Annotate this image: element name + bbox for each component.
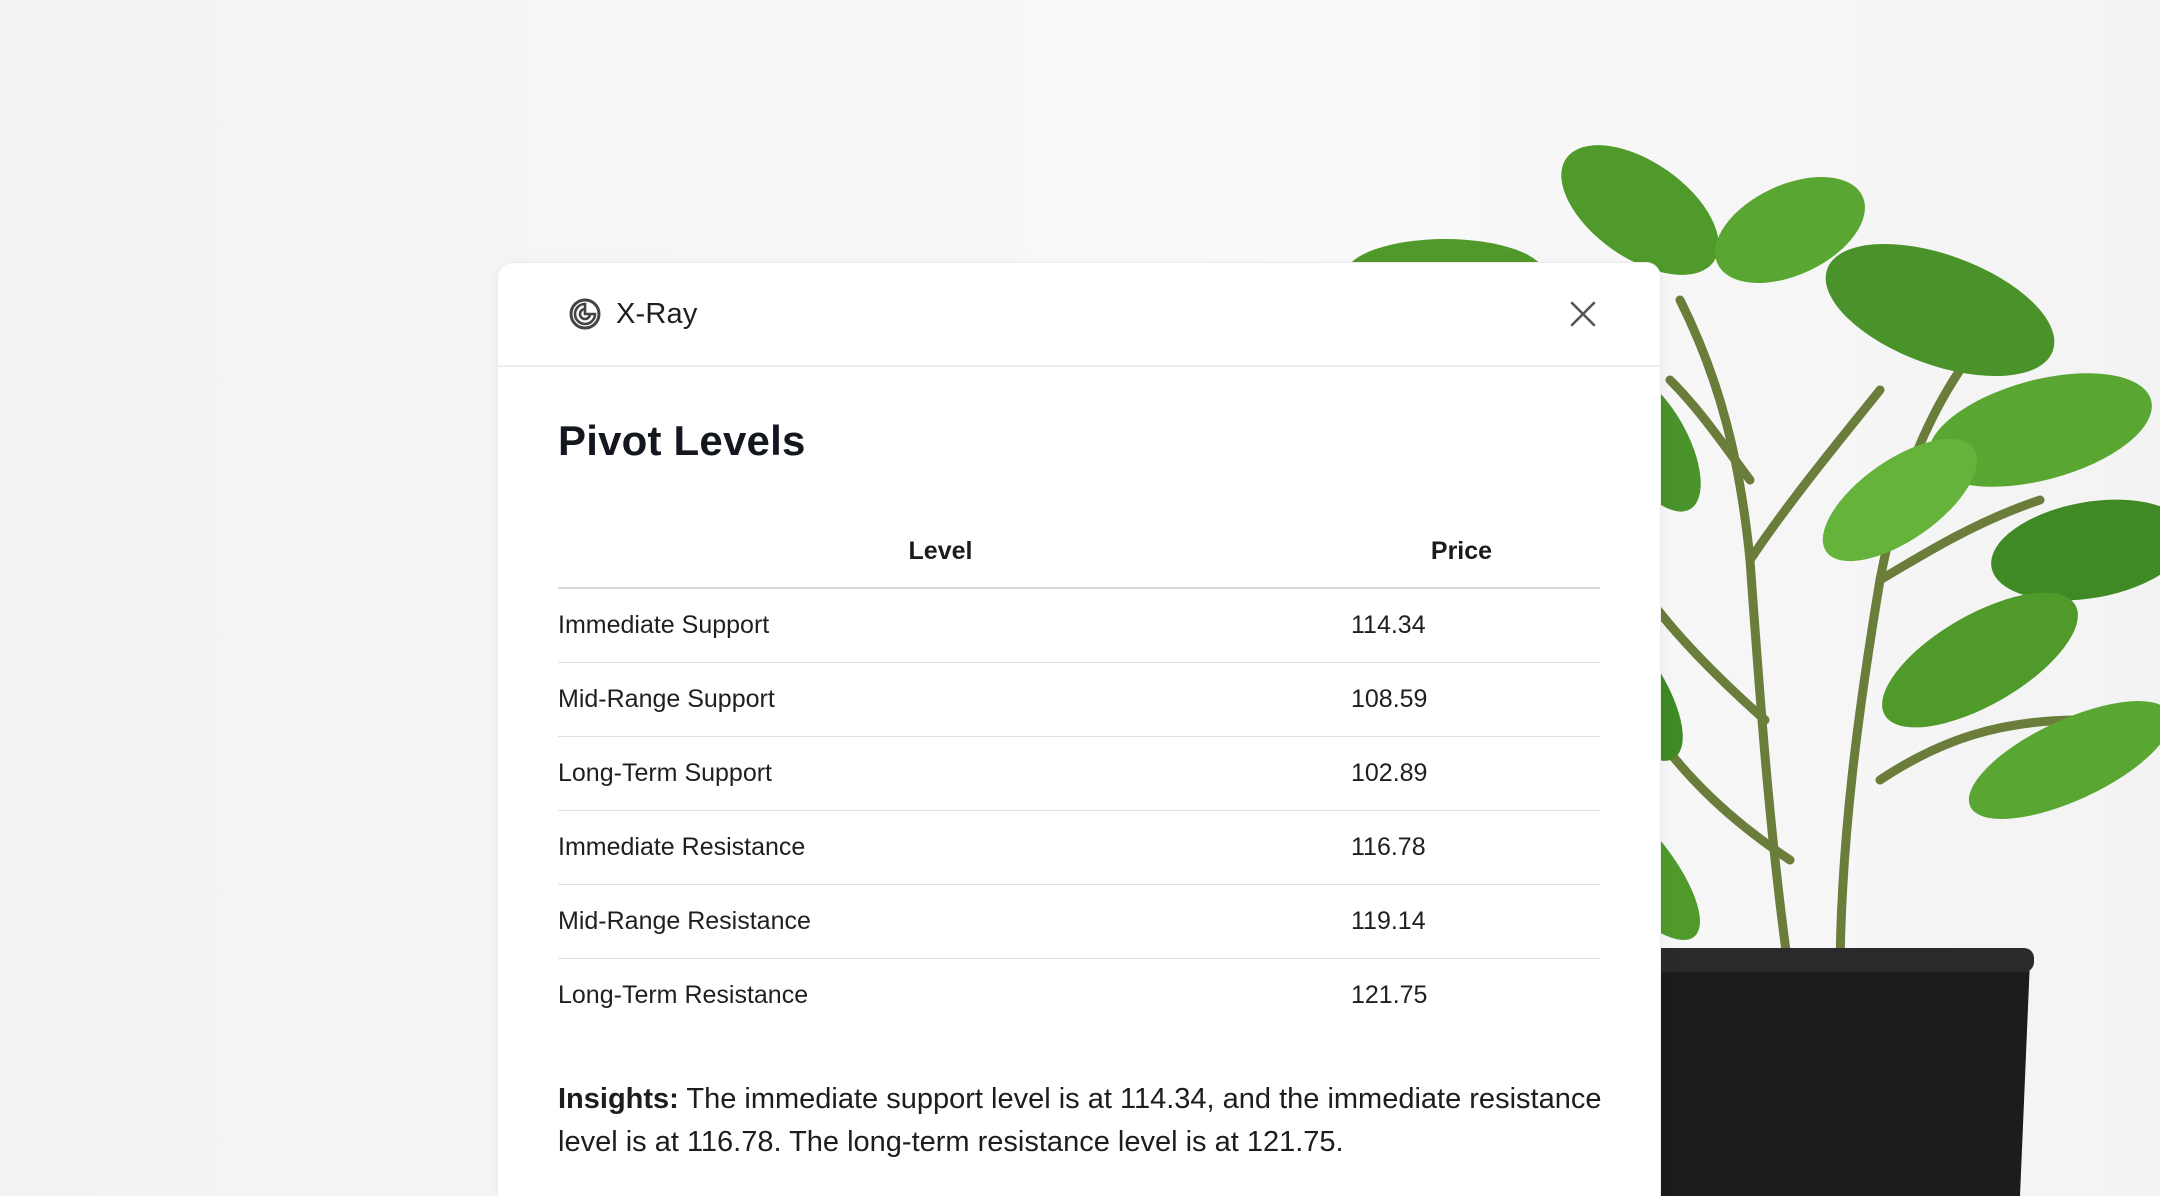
column-header-price: Price <box>1323 515 1600 589</box>
table-row: Mid-Range Support 108.59 <box>558 662 1600 737</box>
close-button[interactable] <box>1566 297 1600 331</box>
price-cell: 121.75 <box>1351 981 1428 1009</box>
panel-header: X-Ray <box>498 263 1660 367</box>
level-cell: Mid-Range Resistance <box>558 884 1323 959</box>
panel-body: Pivot Levels Level Price Immediate Suppo… <box>498 367 1660 1164</box>
pivot-levels-table: Level Price Immediate Support 114.34 Mid… <box>558 515 1600 1032</box>
xray-logo-icon <box>568 297 602 331</box>
table-row: Immediate Resistance 116.78 <box>558 810 1600 885</box>
price-cell: 119.14 <box>1323 884 1600 959</box>
price-cell: 108.59 <box>1323 662 1600 737</box>
brand: X-Ray <box>568 297 698 331</box>
table-row: Immediate Support 114.34 <box>558 588 1600 663</box>
section-title: Pivot Levels <box>558 417 806 464</box>
insights-text: The immediate support level is at 114.34… <box>558 1083 1602 1158</box>
level-cell: Long-Term Resistance <box>558 981 809 1009</box>
app-title: X-Ray <box>616 297 698 330</box>
table-row: Mid-Range Resistance 119.14 <box>558 884 1600 959</box>
price-cell: 102.89 <box>1323 736 1600 811</box>
price-cell: 114.34 <box>1323 588 1600 663</box>
table-row: Long-Term Support 102.89 <box>558 736 1600 811</box>
xray-panel: X-Ray Pivot Levels Level Price Immediate… <box>498 263 1660 1196</box>
table-row: Long-Term Resistance 121.75 <box>558 959 1600 1033</box>
table-header-row: Level Price <box>558 515 1600 589</box>
close-icon <box>1570 301 1596 327</box>
insights-label: Insights: <box>558 1083 679 1115</box>
insights-paragraph: Insights: The immediate support level is… <box>558 1078 1618 1164</box>
level-cell: Immediate Support <box>558 588 1323 663</box>
price-cell: 116.78 <box>1323 810 1600 885</box>
level-cell: Immediate Resistance <box>558 810 1323 885</box>
level-cell: Long-Term Support <box>558 736 1323 811</box>
column-header-level: Level <box>558 515 1323 589</box>
level-cell: Mid-Range Support <box>558 662 1323 737</box>
